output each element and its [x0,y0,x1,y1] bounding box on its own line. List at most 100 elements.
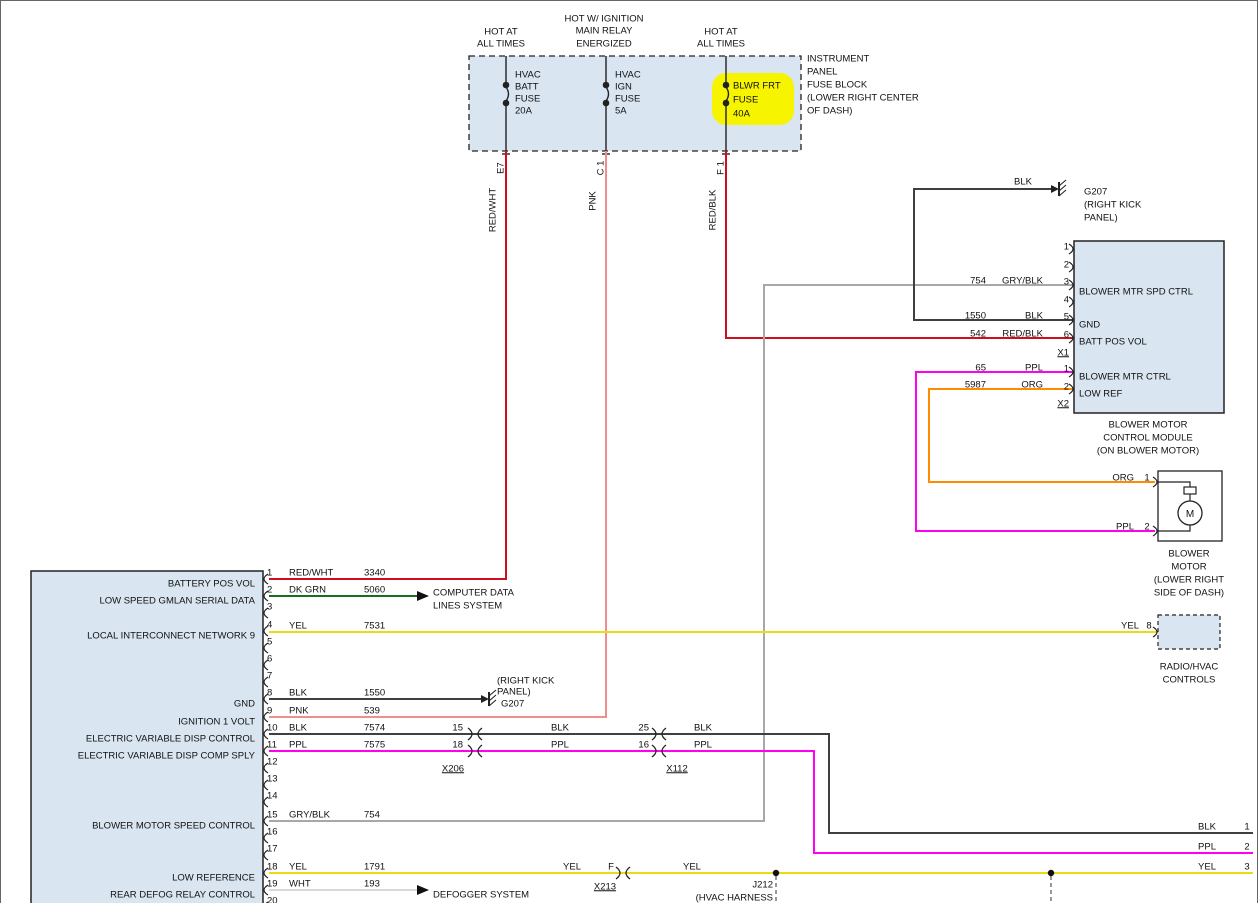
pin-number: 3 [1064,277,1069,287]
wire-color-label: ORG [1021,380,1043,390]
pin-number: 4 [1064,295,1069,305]
module-caption: (LOWER RIGHT [1154,575,1224,585]
circuit-number-label: 5060 [364,585,385,595]
wire-color-label: YEL [289,621,307,631]
terminal-label: 15 [452,723,463,733]
wire-color-label: GRY/BLK [289,810,330,820]
wire-color-label: BLK [289,688,307,698]
terminal-label: 18 [452,740,463,750]
fuse-block-name: PANEL [807,67,837,77]
signal-name-label: LOW REF [1079,389,1122,399]
wire-gry-blk-754 [269,285,1074,821]
fuse-label: BATT [515,82,539,92]
power-label: ALL TIMES [697,39,745,49]
ground-location-label: (RIGHT KICK [1084,200,1141,210]
pin-number: 13 [267,774,278,784]
wire-blk-1550-g207 [914,189,1074,320]
wire-color-label: PPL [1116,522,1134,532]
pin-number: 8 [1146,621,1151,631]
pin-number: 6 [1064,330,1069,340]
fuse-label: HVAC [515,70,541,80]
power-label: MAIN RELAY [576,26,633,36]
pin-number: 20 [267,896,278,903]
wire-color-label: PPL [551,740,569,750]
signal-name-label: GND [234,699,255,709]
circuit-number-label: 542 [970,329,986,339]
signal-name-label: BATT POS VOL [1079,337,1147,347]
pin-number: 18 [267,862,278,872]
diagram-canvas: M [1,1,1258,903]
wire-color-label: YEL [1121,621,1139,631]
circuit-number-label: 7531 [364,621,385,631]
fuse-label: HVAC [615,70,641,80]
module-caption: (ON BLOWER MOTOR) [1097,446,1199,456]
wire-color-label: YEL [683,862,701,872]
fuse-label: FUSE [515,94,540,104]
ground-location-label: PANEL) [1084,213,1118,223]
circuit-number-label: 193 [364,879,380,889]
pin-number: 5 [1064,312,1069,322]
ground-name-label: G207 [501,699,524,709]
ground-location-label: (RIGHT KICK [497,676,554,686]
power-label: HOT AT [484,27,517,37]
circuit-number-label: 5987 [965,380,986,390]
wire-color-label: BLK [289,723,307,733]
terminal-label: F [608,862,614,872]
power-label: HOT W/ IGNITION [565,14,644,24]
circuit-number-label: 65 [975,363,986,373]
splice-dot-j212 [773,870,779,876]
pin-number: 5 [267,637,272,647]
pin-number: 1 [1064,242,1069,252]
wire-color-label: PPL [1198,842,1216,852]
circuit-number-label: 1791 [364,862,385,872]
system-link-label: COMPUTER DATA [433,588,514,598]
wiring-diagram: M [0,0,1258,903]
signal-name-label: LOW SPEED GMLAN SERIAL DATA [99,596,255,606]
pin-number: 2 [1064,260,1069,270]
pin-number: 9 [267,706,272,716]
connector-terminal-label: C 1 [596,161,606,176]
motor-m-symbol: M [1186,509,1194,520]
wire-color-label: YEL [1198,862,1216,872]
pin-number: 2 [1144,522,1149,532]
connector-id-label: X1 [1057,348,1069,358]
splice-name-label: J212 [752,880,773,890]
connector-terminal-label: E7 [496,162,506,174]
pin-number: 3 [267,602,272,612]
pin-number: 11 [267,740,277,750]
pin-number: 6 [267,654,272,664]
fuse-label: FUSE [615,94,640,104]
signal-name-label: LOW REFERENCE [172,873,255,883]
pin-number: 7 [267,671,272,681]
circuit-number-label: 7575 [364,740,385,750]
pin-number: 2 [1244,842,1249,852]
power-label: ENERGIZED [576,39,631,49]
module-caption: CONTROL MODULE [1103,433,1192,443]
connector-id-label: X112 [666,764,687,774]
pin-number: 10 [267,723,278,733]
signal-name-label: LOCAL INTERCONNECT NETWORK 9 [87,631,255,641]
pin-number: 12 [267,757,278,767]
connector-id-label: X206 [442,764,464,774]
pin-number: 1 [267,568,272,578]
circuit-number-label: 1550 [364,688,385,698]
signal-name-label: BLOWER MTR SPD CTRL [1079,287,1193,297]
wire-color-label: RED/WHT [488,188,498,232]
signal-name-label: IGNITION 1 VOLT [178,717,255,727]
wire-color-label: BLK [1025,311,1043,321]
circuit-number-label: 754 [364,810,380,820]
wire-color-label: ORG [1112,473,1134,483]
wire-ppl-7575 [269,751,1253,853]
power-label: HOT AT [704,27,737,37]
wire-color-label: YEL [563,862,581,872]
signal-name-label: ELECTRIC VARIABLE DISP COMP SPLY [78,751,255,761]
wire-blk-7574 [269,734,1253,833]
wire-color-label: RED/WHT [289,568,333,578]
circuit-number-label: 1550 [965,311,986,321]
pin-number: 15 [267,810,278,820]
module-caption: CONTROLS [1163,675,1216,685]
pin-number: 1 [1144,473,1149,483]
blower-motor-symbol [1158,471,1222,541]
signal-name-label: ELECTRIC VARIABLE DISP CONTROL [86,734,255,744]
fuse-block-name: (LOWER RIGHT CENTER [807,93,919,103]
